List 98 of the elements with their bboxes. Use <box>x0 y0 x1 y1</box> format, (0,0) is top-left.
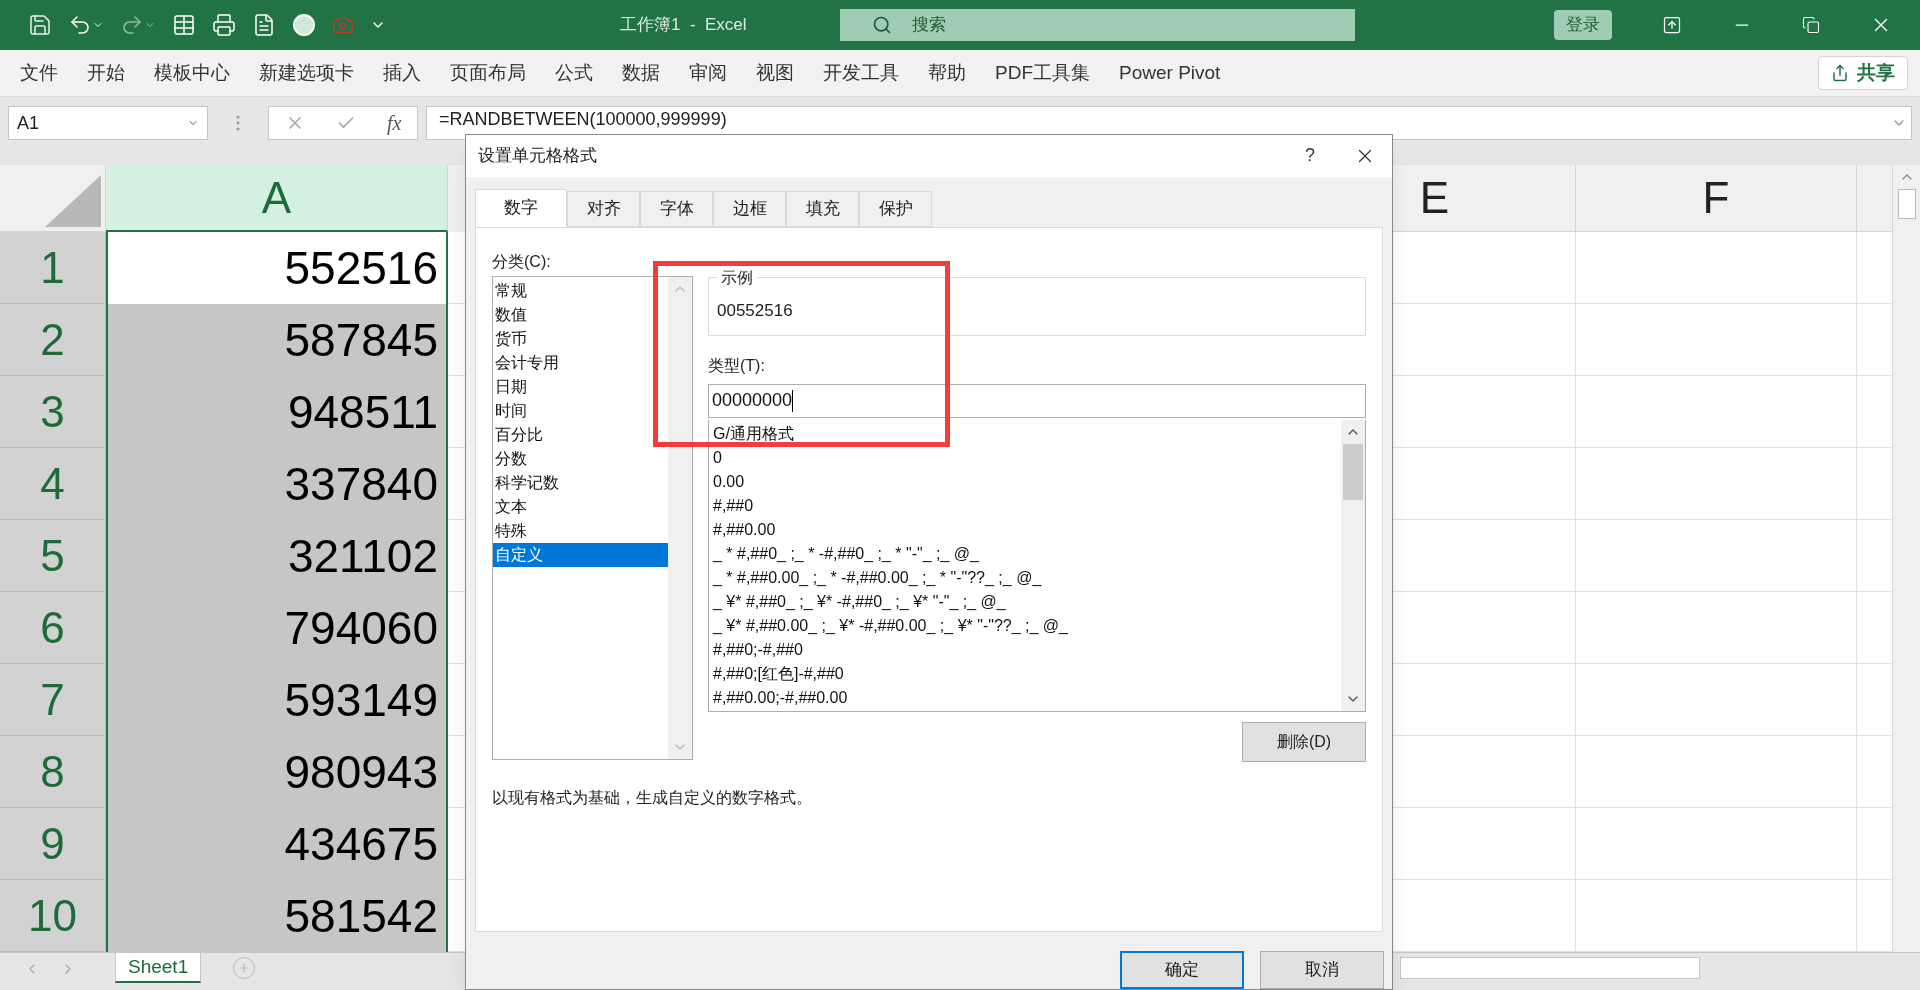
ok-button[interactable]: 确定 <box>1120 951 1244 989</box>
category-item[interactable]: 数值 <box>493 302 668 327</box>
column-header[interactable]: F <box>1702 165 1730 231</box>
vertical-scrollbar[interactable] <box>1892 165 1920 952</box>
camera-icon[interactable] <box>332 14 354 36</box>
format-item[interactable]: _ * #,##0.00_ ;_ * -#,##0.00_ ;_ * "-"??_ ;_ @_ <box>709 565 1341 590</box>
formula-text: =RANDBETWEEN(100000,999999) <box>439 109 727 129</box>
cell-value: 948511 <box>287 384 438 440</box>
type-label: 类型(T): <box>708 355 766 376</box>
cell-value: 337840 <box>284 456 438 512</box>
scrollbar-thumb[interactable] <box>1343 443 1363 500</box>
cancel-button[interactable]: 取消 <box>1260 951 1384 989</box>
share-icon <box>1831 64 1849 82</box>
format-item[interactable]: #,##0.00;-#,##0.00 <box>709 685 1341 710</box>
dialog-tab[interactable]: 字体 <box>640 190 713 227</box>
cell-value: 593149 <box>284 672 438 728</box>
dialog-tab[interactable]: 填充 <box>786 190 859 227</box>
cell-value: 581542 <box>284 888 438 944</box>
sample-label: 示例 <box>720 267 754 288</box>
ribbon-display-icon[interactable] <box>1662 15 1682 35</box>
sheet-tab[interactable]: Sheet1 <box>115 953 202 983</box>
format-item[interactable]: _ ¥* #,##0_ ;_ ¥* -#,##0_ ;_ ¥* "-"_ ;_ @_ <box>709 589 1341 614</box>
cell-value: 552516 <box>284 240 438 296</box>
login-button[interactable]: 登录 <box>1554 10 1612 40</box>
category-item[interactable]: 常规 <box>493 278 668 303</box>
dialog-tab[interactable]: 边框 <box>713 190 786 227</box>
column-header[interactable]: A <box>261 164 292 231</box>
format-item[interactable]: 0 <box>709 445 1341 470</box>
redo-icon[interactable] <box>120 13 144 37</box>
list-scrollbar[interactable] <box>1341 419 1365 711</box>
restore-icon[interactable] <box>1802 16 1820 34</box>
printer-icon[interactable] <box>212 13 236 37</box>
search-input[interactable]: 搜索 <box>911 12 1212 38</box>
select-all-icon[interactable] <box>45 175 101 227</box>
category-item[interactable]: 特殊 <box>493 518 668 543</box>
ribbon-tab[interactable]: PDF工具集 <box>995 58 1090 88</box>
delete-button[interactable]: 删除(D) <box>1242 721 1366 762</box>
save-icon[interactable] <box>28 13 52 37</box>
ribbon-tab[interactable]: 公式 <box>555 58 593 88</box>
ribbon-tab[interactable]: 帮助 <box>928 58 966 88</box>
category-label: 分类(C): <box>492 251 552 272</box>
category-item[interactable]: 百分比 <box>493 422 668 447</box>
insert-function-button[interactable]: fx <box>386 108 402 138</box>
format-item[interactable]: G/通用格式 <box>709 421 1341 446</box>
window-title: 工作簿1 - Excel <box>620 14 747 36</box>
ribbon-tab[interactable]: 开发工具 <box>823 58 899 88</box>
category-item[interactable]: 文本 <box>493 494 668 519</box>
ribbon-tab[interactable]: 新建选项卡 <box>259 58 354 88</box>
description-text: 以现有格式为基础，生成自定义的数字格式。 <box>492 787 813 808</box>
category-item[interactable]: 科学记数 <box>493 470 668 495</box>
search-icon <box>871 15 892 35</box>
undo-icon[interactable] <box>68 13 92 37</box>
category-item[interactable]: 分数 <box>493 446 668 471</box>
ribbon-tab[interactable]: 数据 <box>622 58 660 88</box>
category-item[interactable]: 货币 <box>493 326 668 351</box>
scrollbar-thumb[interactable] <box>1897 189 1916 219</box>
format-item[interactable]: #,##0.00 <box>709 517 1341 542</box>
ribbon-tab[interactable]: 页面布局 <box>450 58 526 88</box>
category-item[interactable]: 日期 <box>493 374 668 399</box>
format-item[interactable]: #,##0;-#,##0 <box>709 637 1341 662</box>
type-input[interactable]: 00000000 <box>708 383 1366 418</box>
format-item[interactable]: _ * #,##0_ ;_ * -#,##0_ ;_ * "-"_ ;_ @_ <box>709 541 1341 566</box>
cell-value: 321102 <box>287 528 438 584</box>
ribbon-tab[interactable]: 开始 <box>87 58 125 88</box>
cell-value: 980943 <box>284 744 438 800</box>
dialog-tab[interactable]: 保护 <box>859 190 932 227</box>
dialog-tab[interactable]: 对齐 <box>567 190 640 227</box>
ribbon-tab[interactable]: 视图 <box>756 58 794 88</box>
format-item[interactable]: #,##0;[红色]-#,##0 <box>709 661 1341 686</box>
help-button[interactable]: ? <box>1290 142 1330 170</box>
category-item[interactable]: 自定义 <box>493 542 668 567</box>
format-list[interactable] <box>708 419 1366 712</box>
category-list[interactable]: 常规 数值 货币 会计专用 日期 时间 百分比 分数 科学记数 文本 特殊 自定义 <box>492 275 693 760</box>
column-header[interactable]: E <box>1419 165 1450 231</box>
search-field[interactable]: 搜索 <box>839 9 1355 41</box>
category-item[interactable]: 时间 <box>493 398 668 423</box>
cell-value: 434675 <box>284 816 438 872</box>
format-item[interactable]: _ ¥* #,##0.00_ ;_ ¥* -#,##0.00_ ;_ ¥* "-"??_ ;_ @_ <box>709 613 1341 638</box>
horizontal-scrollbar[interactable] <box>1400 957 1700 979</box>
document-icon[interactable] <box>252 13 276 37</box>
sample-value: 00552516 <box>717 299 794 322</box>
ribbon-tab[interactable]: 审阅 <box>689 58 727 88</box>
format-item[interactable]: #,##0 <box>709 493 1341 518</box>
cell-value: 587845 <box>284 312 438 368</box>
ribbon-tab[interactable]: Power Pivot <box>1119 58 1221 88</box>
ribbon-tab[interactable]: 插入 <box>383 58 421 88</box>
name-box[interactable]: A1 <box>8 106 208 140</box>
grip-icon[interactable] <box>236 115 240 131</box>
category-item[interactable]: 会计专用 <box>493 350 668 375</box>
cell-value: 794060 <box>284 600 438 656</box>
format-item[interactable]: 0.00 <box>709 469 1341 494</box>
dialog-title: 设置单元格格式 <box>478 145 598 168</box>
dialog-tab[interactable]: 数字 <box>475 188 567 227</box>
ribbon-tab[interactable]: 文件 <box>20 58 58 88</box>
circle-icon[interactable] <box>292 13 316 37</box>
form-icon[interactable] <box>172 13 196 37</box>
share-button[interactable]: 共享 <box>1818 56 1908 90</box>
ribbon-tab[interactable]: 模板中心 <box>154 58 230 88</box>
